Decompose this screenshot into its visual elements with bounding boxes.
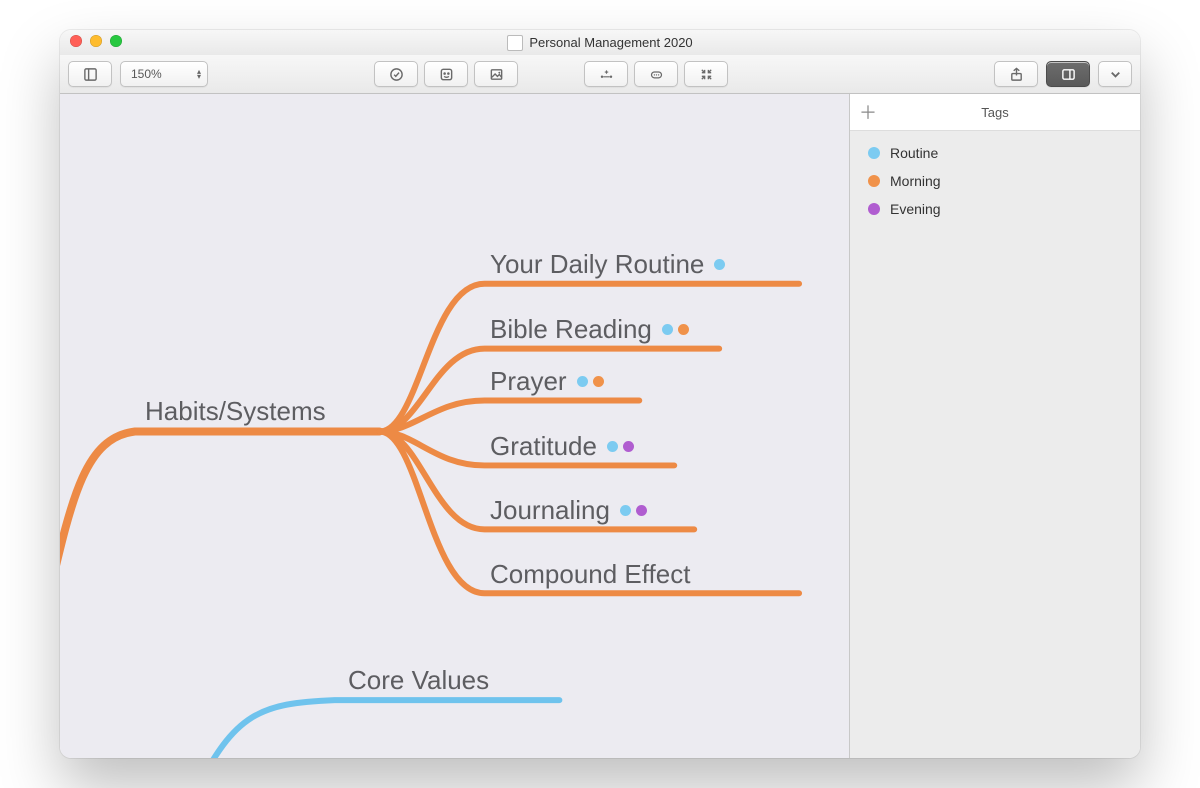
mindmap-canvas[interactable]: Habits/Systems Your Daily Routine Bible … [60, 94, 849, 758]
zoom-value: 150% [131, 67, 162, 81]
zoom-stepper-icon: ▴▾ [197, 69, 201, 79]
tag-dot-routine [577, 376, 588, 387]
connection-group [584, 61, 728, 87]
node-tags [577, 376, 604, 387]
tags-sidebar: ＋ Tags Routine Morning Evening [849, 94, 1140, 758]
node-label: Habits/Systems [145, 396, 326, 427]
tag-row-morning[interactable]: Morning [850, 167, 1140, 195]
share-button[interactable] [994, 61, 1038, 87]
add-tag-button[interactable]: ＋ [850, 99, 886, 125]
outline-icon [83, 67, 98, 82]
tag-label: Evening [890, 201, 941, 217]
checkmark-button[interactable] [374, 61, 418, 87]
mindmap-sibling-node[interactable]: Core Values [348, 665, 489, 696]
mindmap-node[interactable]: Your Daily Routine [490, 249, 725, 280]
tag-dot-icon [868, 203, 880, 215]
zoom-select[interactable]: 150% ▴▾ [120, 61, 208, 87]
node-tags [662, 324, 689, 335]
body: Habits/Systems Your Daily Routine Bible … [60, 94, 1140, 758]
sidebar-title: Tags [886, 105, 1140, 120]
toolbar: 150% ▴▾ [60, 55, 1140, 94]
tag-dot-evening [623, 441, 634, 452]
node-tags [620, 505, 647, 516]
collapse-icon [699, 67, 714, 82]
zoom-window-button[interactable] [110, 35, 122, 47]
mindmap-node[interactable]: Compound Effect [490, 559, 690, 590]
smiley-icon [439, 67, 454, 82]
mindmap-node[interactable]: Bible Reading [490, 314, 689, 345]
node-label: Compound Effect [490, 559, 690, 590]
mindmap-root-node[interactable]: Habits/Systems [145, 396, 326, 427]
mindmap-node[interactable]: Journaling [490, 495, 647, 526]
tag-label: Routine [890, 145, 938, 161]
tag-dot-routine [662, 324, 673, 335]
outline-toggle-button[interactable] [68, 61, 112, 87]
node-label: Core Values [348, 665, 489, 696]
tag-dot-evening [636, 505, 647, 516]
chevron-down-icon [1108, 67, 1123, 82]
sidebar-header: ＋ Tags [850, 94, 1140, 131]
add-connection-button[interactable] [584, 61, 628, 87]
style-group [374, 61, 518, 87]
mindmap-node[interactable]: Prayer [490, 366, 604, 397]
tag-dot-routine [714, 259, 725, 270]
tag-label: Morning [890, 173, 941, 189]
inspector-toggle-button[interactable] [1046, 61, 1090, 87]
share-icon [1009, 67, 1024, 82]
panel-right-icon [1061, 67, 1076, 82]
tag-dot-routine [620, 505, 631, 516]
tag-dot-morning [593, 376, 604, 387]
window-title-text: Personal Management 2020 [529, 35, 692, 50]
notes-icon [649, 67, 664, 82]
tag-dot-icon [868, 175, 880, 187]
node-label: Journaling [490, 495, 610, 526]
tag-list: Routine Morning Evening [850, 131, 1140, 231]
node-tags [714, 259, 725, 270]
mindmap-node[interactable]: Gratitude [490, 431, 634, 462]
close-window-button[interactable] [70, 35, 82, 47]
tag-dot-icon [868, 147, 880, 159]
connection-plus-icon [599, 67, 614, 82]
sticker-button[interactable] [424, 61, 468, 87]
node-label: Your Daily Routine [490, 249, 704, 280]
app-window: Personal Management 2020 150% ▴▾ [60, 30, 1140, 758]
inspector-menu-button[interactable] [1098, 61, 1132, 87]
window-title: Personal Management 2020 [507, 35, 692, 51]
notes-button[interactable] [634, 61, 678, 87]
tag-row-routine[interactable]: Routine [850, 139, 1140, 167]
minimize-window-button[interactable] [90, 35, 102, 47]
tag-dot-morning [678, 324, 689, 335]
node-label: Prayer [490, 366, 567, 397]
node-label: Gratitude [490, 431, 597, 462]
titlebar: Personal Management 2020 [60, 30, 1140, 55]
node-tags [607, 441, 634, 452]
node-label: Bible Reading [490, 314, 652, 345]
tag-row-evening[interactable]: Evening [850, 195, 1140, 223]
document-icon [507, 35, 523, 51]
image-button[interactable] [474, 61, 518, 87]
image-icon [489, 67, 504, 82]
checkmark-circle-icon [389, 67, 404, 82]
fold-button[interactable] [684, 61, 728, 87]
window-controls [70, 35, 122, 47]
tag-dot-routine [607, 441, 618, 452]
